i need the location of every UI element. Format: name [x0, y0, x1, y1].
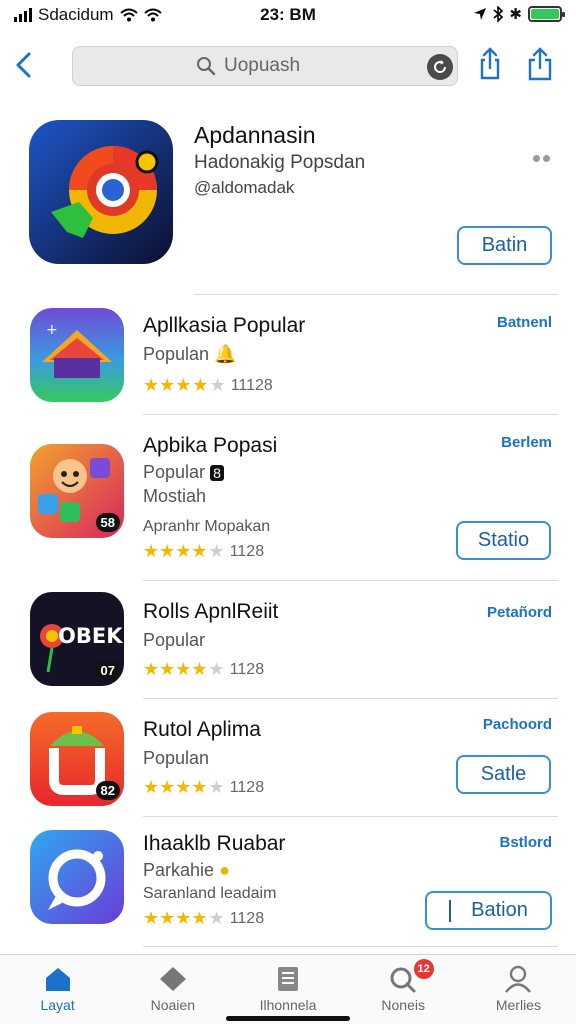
- more-options-icon[interactable]: [533, 155, 550, 162]
- search-input[interactable]: [224, 55, 334, 77]
- asterisk-icon: ✱: [509, 6, 522, 23]
- tab-label: Merlies: [495, 997, 541, 1013]
- app-icon[interactable]: +: [30, 308, 124, 402]
- diamond-icon: [159, 967, 186, 991]
- document-icon: [278, 967, 298, 991]
- divider: [143, 414, 558, 415]
- list-item[interactable]: 82 Rutol Aplima Populan ★★★★ ★ 1128 Pachoo…: [0, 704, 576, 816]
- tab-bar: Layat Noaien Ilhonnelа 12 Noneis Merlies: [0, 954, 576, 1024]
- star-rating: ★★★★ ★ 1128: [143, 541, 265, 561]
- location-icon: [474, 8, 487, 20]
- app-category: Parkahie ●: [143, 860, 230, 880]
- divider: [143, 946, 558, 947]
- star-rating: ★★★★ ★ 1128: [143, 908, 265, 928]
- battery-icon: [528, 6, 565, 22]
- star-rating: ★★★ ★ ★ 11128: [143, 375, 273, 395]
- app-icon-badge: 58: [95, 513, 120, 532]
- search-icon: [197, 57, 216, 76]
- tab-label: Ilhonnelа: [259, 997, 317, 1013]
- share-icon[interactable]: [526, 46, 554, 82]
- featured-app-subtitle: Hadonakig Popsdan: [194, 152, 366, 173]
- status-bar: Sdacidum 23: BM ✱: [0, 0, 576, 30]
- bluetooth-icon: [493, 6, 504, 22]
- app-icon[interactable]: 58: [30, 444, 124, 538]
- divider: [143, 580, 558, 581]
- status-bar-left: Sdacidum: [14, 5, 162, 25]
- wifi-icon: [143, 8, 162, 22]
- featured-app[interactable]: Apdannasin Hadonakig Popsdan @aldomadak …: [0, 110, 576, 290]
- app-subtitle: Mostiah: [143, 486, 207, 506]
- app-tag[interactable]: Pachoord: [483, 716, 552, 733]
- app-icon-badge: 82: [95, 781, 120, 800]
- search-bar[interactable]: [72, 46, 458, 86]
- app-icon[interactable]: OBEK 07: [30, 592, 124, 686]
- nav-bar: [0, 40, 576, 92]
- share-icon[interactable]: [476, 46, 504, 82]
- list-item[interactable]: OBEK 07 Rolls ApnlReiit Popular ★★★★ ★ 112…: [0, 586, 576, 698]
- signal-icon: [14, 8, 32, 22]
- app-name: Rolls ApnlReiit: [143, 600, 279, 623]
- app-tag[interactable]: Petañord: [487, 604, 552, 621]
- app-developer: Saranland leadaim: [143, 885, 277, 902]
- tab-label: Noneis: [381, 997, 425, 1013]
- tab-games[interactable]: Noaien: [115, 955, 230, 1024]
- back-chevron-icon[interactable]: [12, 48, 36, 82]
- divider: [143, 698, 558, 699]
- app-icon[interactable]: [30, 830, 124, 924]
- get-button[interactable]: Statio: [456, 521, 551, 560]
- tab-apps[interactable]: Ilhonnelа: [230, 955, 345, 1024]
- carrier-name: Sdacidum: [38, 5, 114, 24]
- home-indicator[interactable]: [226, 1016, 350, 1021]
- app-tag[interactable]: Batnenl: [497, 314, 552, 331]
- list-item[interactable]: Ihaaklb Ruabar Parkahie ● Saranland lead…: [0, 822, 576, 946]
- tab-today[interactable]: Layat: [0, 955, 115, 1024]
- app-category: Popular: [143, 630, 206, 650]
- home-icon: [45, 968, 70, 991]
- app-name: Apllkasia Popular: [143, 314, 306, 337]
- app-developer: Apranhr Mopakan: [143, 518, 271, 535]
- app-name: Rutol Aplima: [143, 718, 261, 741]
- tab-notifications[interactable]: 12 Noneis: [346, 955, 461, 1024]
- app-icon[interactable]: 82: [30, 712, 124, 806]
- app-category: Populan: [143, 748, 210, 768]
- app-icon-text: OBEK: [58, 624, 123, 648]
- featured-app-developer: @aldomadak: [194, 178, 295, 197]
- refresh-button[interactable]: [427, 54, 453, 80]
- star-rating: ★★★★ ★ 1128: [143, 659, 265, 679]
- divider: [143, 816, 558, 817]
- app-tag[interactable]: Berlem: [501, 434, 552, 451]
- featured-get-button[interactable]: Batin: [457, 226, 552, 265]
- wifi-icon: [119, 8, 138, 22]
- star-rating: ★★★★ ★ 1128: [143, 777, 265, 797]
- tab-profile[interactable]: Merlies: [461, 955, 576, 1024]
- refresh-icon: [434, 60, 447, 73]
- list-item[interactable]: + Apllkasia Popular Populan 🔔 ★★★ ★ ★ 11128…: [0, 300, 576, 412]
- tab-label: Layat: [40, 997, 75, 1013]
- app-tag[interactable]: Bstlord: [500, 834, 553, 851]
- app-name: Apbika Popasi: [143, 434, 278, 457]
- tab-label: Noaien: [150, 997, 195, 1013]
- divider: [194, 294, 558, 295]
- featured-app-icon[interactable]: [29, 120, 173, 264]
- get-button[interactable]: Bation: [425, 891, 552, 930]
- status-bar-right: ✱: [473, 5, 565, 23]
- profile-icon: [505, 965, 532, 993]
- svg-text:+: +: [46, 322, 58, 338]
- featured-app-title: Apdannasin: [194, 122, 316, 148]
- app-category: Popular 8: [143, 462, 224, 483]
- app-name: Ihaaklb Ruabar: [143, 832, 286, 855]
- get-button[interactable]: Satle: [456, 755, 551, 794]
- notification-badge: 12: [413, 959, 434, 979]
- app-icon-badge: 07: [95, 661, 120, 680]
- app-category: Populan 🔔: [143, 344, 237, 364]
- list-item[interactable]: 58 Apbika Popasi Popular 8 Mostiah Apran…: [0, 420, 576, 578]
